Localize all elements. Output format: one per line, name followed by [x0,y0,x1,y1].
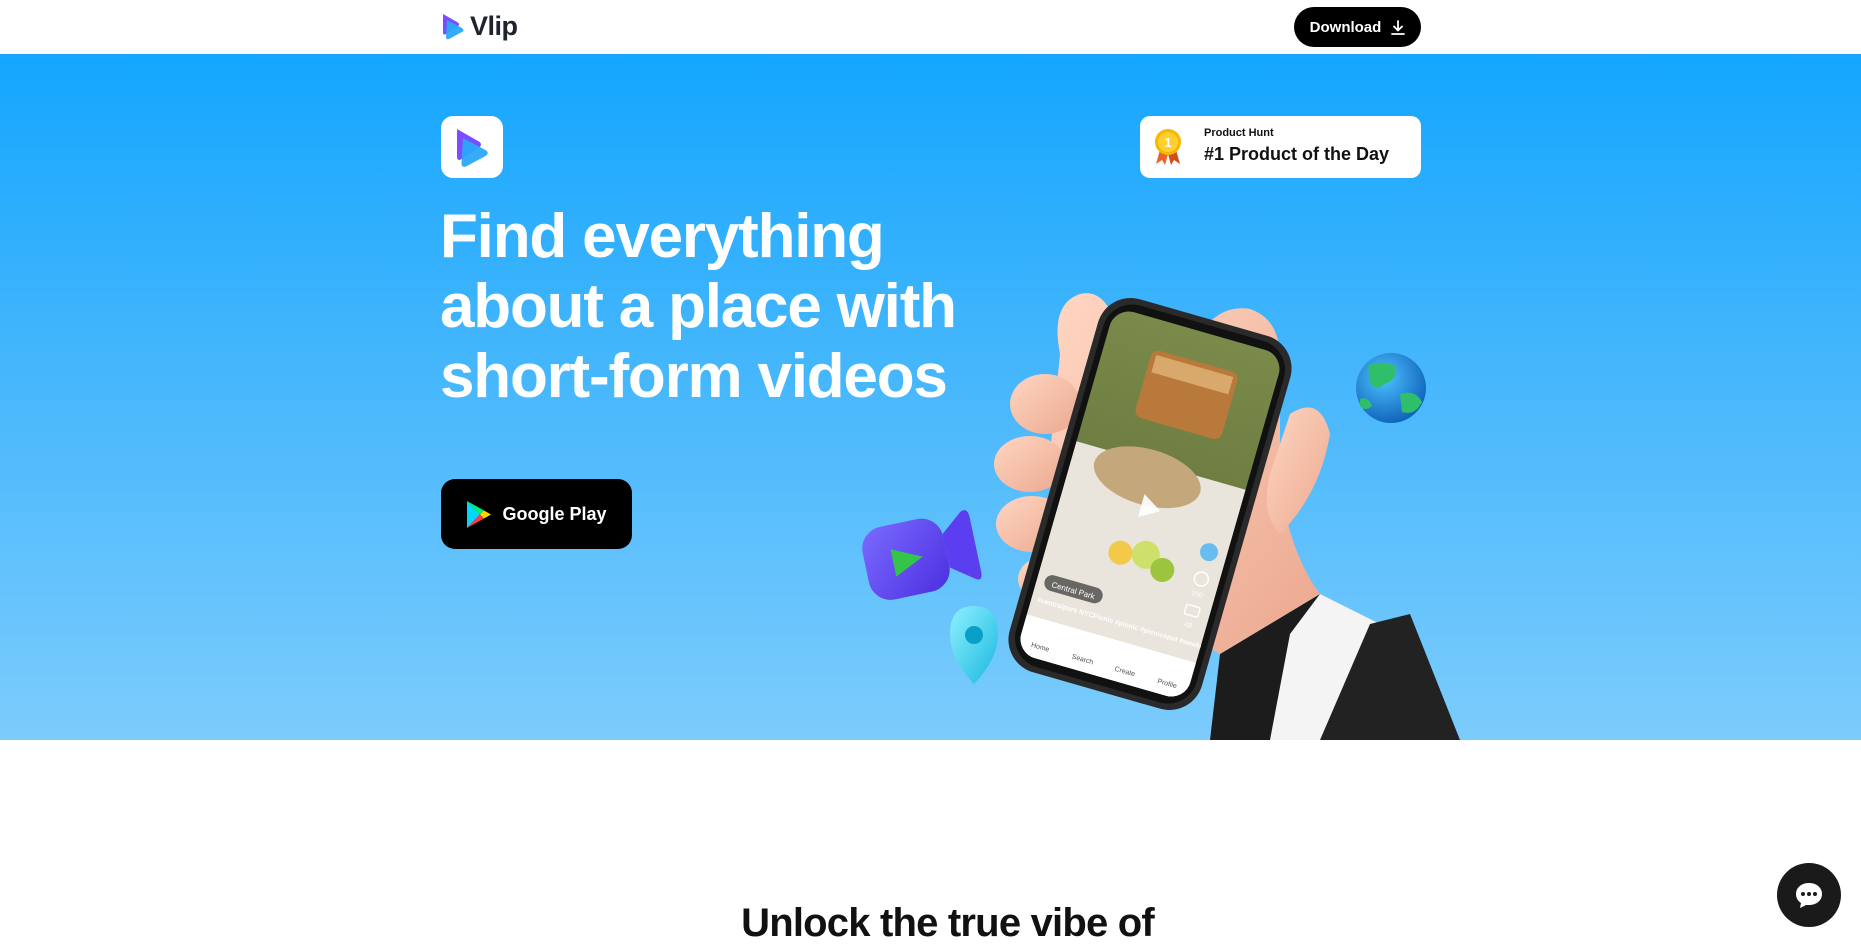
google-play-button[interactable]: Google Play [441,479,632,549]
chat-icon [1796,883,1822,908]
vlip-app-icon [457,129,488,167]
download-icon [1391,19,1406,35]
download-button[interactable]: Download [1294,7,1421,47]
section-title: Unlock the true vibe of [741,901,1155,945]
google-play-label: Google Play [502,503,607,524]
globe-icon [1356,353,1426,423]
top-navbar: Vlip Download [0,0,1861,54]
headline-line-1: Find everything [440,202,885,271]
hero-section: Find everything about a place with short… [0,54,1861,740]
medal-number: 1 [1164,135,1171,150]
google-play-icon [467,500,492,528]
badge-source: Product Hunt [1204,127,1274,139]
app-icon-tile [441,116,503,178]
vlip-logo-icon [443,14,464,40]
brand-name: Vlip [470,11,518,41]
chat-widget-button[interactable] [1777,863,1841,927]
video-camera-icon [862,510,982,600]
location-pin-icon [950,606,998,684]
download-button-label: Download [1309,18,1382,36]
hero-illustration: Central Park Home Search Create Profile … [862,293,1460,740]
brand-logo-link[interactable]: Vlip [440,10,518,42]
